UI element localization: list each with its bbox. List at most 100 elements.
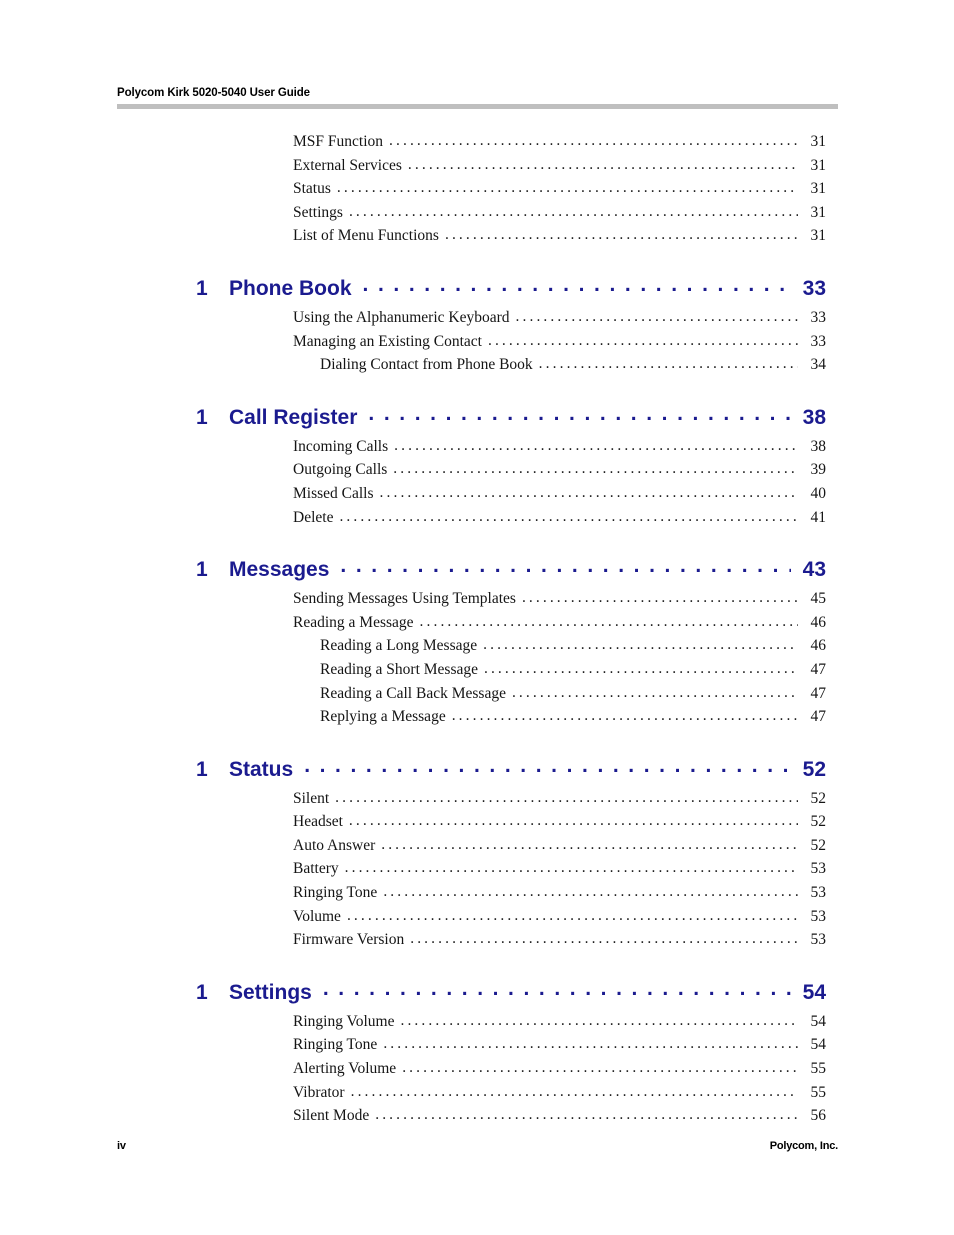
- toc-entry-page-number: 31: [810, 156, 827, 174]
- toc-chapter-heading[interactable]: 1 Call Register..........................…: [0, 402, 954, 431]
- dot-leader: ........................................…: [483, 636, 798, 654]
- toc-entry-label: Reading a Short Message: [320, 660, 478, 678]
- toc-entry[interactable]: Outgoing Calls..........................…: [0, 458, 954, 482]
- footer-company-name: Polycom, Inc.: [769, 1140, 839, 1152]
- toc-entry[interactable]: Missed Calls............................…: [0, 482, 954, 506]
- header-title: Polycom Kirk 5020-5040 User Guide: [117, 87, 310, 99]
- toc-entry-label: Ringing Volume: [293, 1012, 395, 1030]
- toc-chapter-heading[interactable]: 1 Status.................................…: [0, 754, 954, 783]
- toc-entry-page-number: 54: [810, 1036, 827, 1054]
- toc-entry-label: Battery: [293, 860, 339, 878]
- toc-chapter-number: 1: [196, 980, 208, 1004]
- toc-chapter-heading[interactable]: 1 Settings...............................…: [0, 977, 954, 1006]
- toc-entry[interactable]: Replying a Message......................…: [0, 705, 954, 729]
- toc-entry-label: Incoming Calls: [293, 437, 389, 455]
- toc-entry[interactable]: Vibrator................................…: [0, 1081, 954, 1105]
- toc-entry-label: Managing an Existing Contact: [293, 332, 482, 350]
- dot-leader: ........................................…: [383, 1035, 798, 1053]
- running-header: Polycom Kirk 5020-5040 User Guide: [117, 86, 838, 100]
- toc-entry[interactable]: Headset.................................…: [0, 810, 954, 834]
- page-footer: iv Polycom, Inc.: [117, 1140, 838, 1152]
- toc-chapter-title: Call Register: [229, 405, 358, 429]
- dot-leader: ........................................…: [402, 1059, 798, 1077]
- toc-entry-page-number: 53: [810, 907, 827, 925]
- toc-entry-label: Reading a Long Message: [320, 637, 478, 655]
- toc-entry-label: Delete: [293, 508, 334, 526]
- toc-entry[interactable]: Alerting Volume.........................…: [0, 1057, 954, 1081]
- toc-entry-label: MSF Function: [293, 133, 384, 150]
- toc-entry[interactable]: Reading a Message.......................…: [0, 611, 954, 635]
- dot-leader: ........................................…: [521, 589, 798, 607]
- dot-leader: ........................................…: [419, 612, 798, 630]
- dot-leader: ........................................…: [538, 355, 798, 373]
- toc-entry[interactable]: Delete..................................…: [0, 506, 954, 530]
- toc-entry-label: Auto Answer: [293, 836, 376, 854]
- toc-chapter-heading[interactable]: 1 Messages...............................…: [0, 554, 954, 583]
- dot-leader: ........................................…: [362, 272, 791, 296]
- toc-entry[interactable]: Ringing Tone............................…: [0, 881, 954, 905]
- toc-entry[interactable]: Reading a Long Message..................…: [0, 634, 954, 658]
- toc-entry[interactable]: Sending Messages Using Templates........…: [0, 587, 954, 611]
- toc-entry[interactable]: Managing an Existing Contact............…: [0, 330, 954, 354]
- toc-entry-page-number: 56: [810, 1107, 827, 1125]
- dot-leader: ........................................…: [515, 307, 798, 325]
- toc-chapter-title: Messages: [229, 558, 330, 582]
- toc-chapter-number: 1: [196, 558, 208, 582]
- dot-leader: ........................................…: [346, 906, 798, 924]
- toc-entry-page-number: 47: [810, 708, 827, 726]
- toc-entry[interactable]: Volume..................................…: [0, 905, 954, 929]
- dot-leader: ........................................…: [410, 930, 798, 948]
- toc-entry-label: Replying a Message: [320, 708, 446, 726]
- toc-entry[interactable]: Ringing Volume..........................…: [0, 1010, 954, 1034]
- toc-entry-page-number: 55: [810, 1083, 827, 1101]
- toc-entry[interactable]: Silent Mode.............................…: [0, 1104, 954, 1128]
- toc-entry-page-number: 47: [810, 660, 827, 678]
- toc-entry[interactable]: Settings................................…: [0, 201, 954, 225]
- toc-entry-page-number: 55: [810, 1060, 827, 1078]
- toc-entry[interactable]: Auto Answer.............................…: [0, 834, 954, 858]
- dot-leader: ........................................…: [407, 155, 798, 173]
- toc-entry[interactable]: External Services.......................…: [0, 154, 954, 178]
- toc-entry[interactable]: Using the Alphanumeric Keyboard.........…: [0, 306, 954, 330]
- toc-entry-page-number: 46: [810, 613, 827, 631]
- toc-chapter-page-number: 33: [802, 276, 826, 300]
- toc-entry-label: Alerting Volume: [293, 1060, 397, 1078]
- toc-chapter-page-number: 54: [802, 980, 826, 1004]
- toc-chapter-heading[interactable]: 1 Phone Book.............................…: [0, 273, 954, 302]
- toc-entry-page-number: 53: [810, 860, 827, 878]
- toc-entry[interactable]: List of Menu Functions..................…: [0, 224, 954, 248]
- toc-entry-label: Using the Alphanumeric Keyboard: [293, 308, 510, 326]
- toc-entry[interactable]: Status..................................…: [0, 177, 954, 201]
- toc-entry-label: Volume: [293, 907, 341, 925]
- toc-entry-page-number: 40: [810, 484, 827, 502]
- dot-leader: ........................................…: [350, 1082, 798, 1100]
- dot-leader: ........................................…: [381, 835, 798, 853]
- toc-entry[interactable]: Firmware Version........................…: [0, 928, 954, 952]
- dot-leader: ........................................…: [339, 507, 798, 525]
- toc-entry-page-number: 52: [810, 813, 827, 831]
- toc-entry-label: Silent Mode: [293, 1107, 370, 1125]
- toc-entry[interactable]: Reading a Call Back Message.............…: [0, 682, 954, 706]
- toc-entry[interactable]: Dialing Contact from Phone Book.........…: [0, 353, 954, 377]
- toc-chapter-number: 1: [196, 276, 208, 300]
- dot-leader: ........................................…: [400, 1011, 798, 1029]
- toc-entry[interactable]: Silent..................................…: [0, 787, 954, 811]
- toc-entry-page-number: 33: [810, 332, 827, 350]
- toc-entry-page-number: 31: [810, 227, 827, 245]
- toc-entry[interactable]: Battery.................................…: [0, 857, 954, 881]
- dot-leader: ........................................…: [344, 859, 798, 877]
- toc-entry-label: Outgoing Calls: [293, 461, 388, 479]
- toc-entry-label: External Services: [293, 156, 402, 174]
- toc-entry-page-number: 31: [810, 133, 827, 150]
- toc-chapter-title: Settings: [229, 980, 312, 1004]
- dot-leader: ........................................…: [304, 753, 791, 777]
- toc-entry[interactable]: Reading a Short Message.................…: [0, 658, 954, 682]
- toc-entry[interactable]: Incoming Calls..........................…: [0, 435, 954, 459]
- dot-leader: ........................................…: [451, 707, 798, 725]
- toc-entry[interactable]: Ringing Tone............................…: [0, 1033, 954, 1057]
- table-of-contents: MSF Function............................…: [0, 130, 954, 1128]
- toc-entry[interactable]: MSF Function............................…: [0, 130, 954, 154]
- toc-entry-page-number: 33: [810, 308, 827, 326]
- toc-entry-page-number: 41: [810, 508, 827, 526]
- toc-entry-page-number: 45: [810, 590, 827, 608]
